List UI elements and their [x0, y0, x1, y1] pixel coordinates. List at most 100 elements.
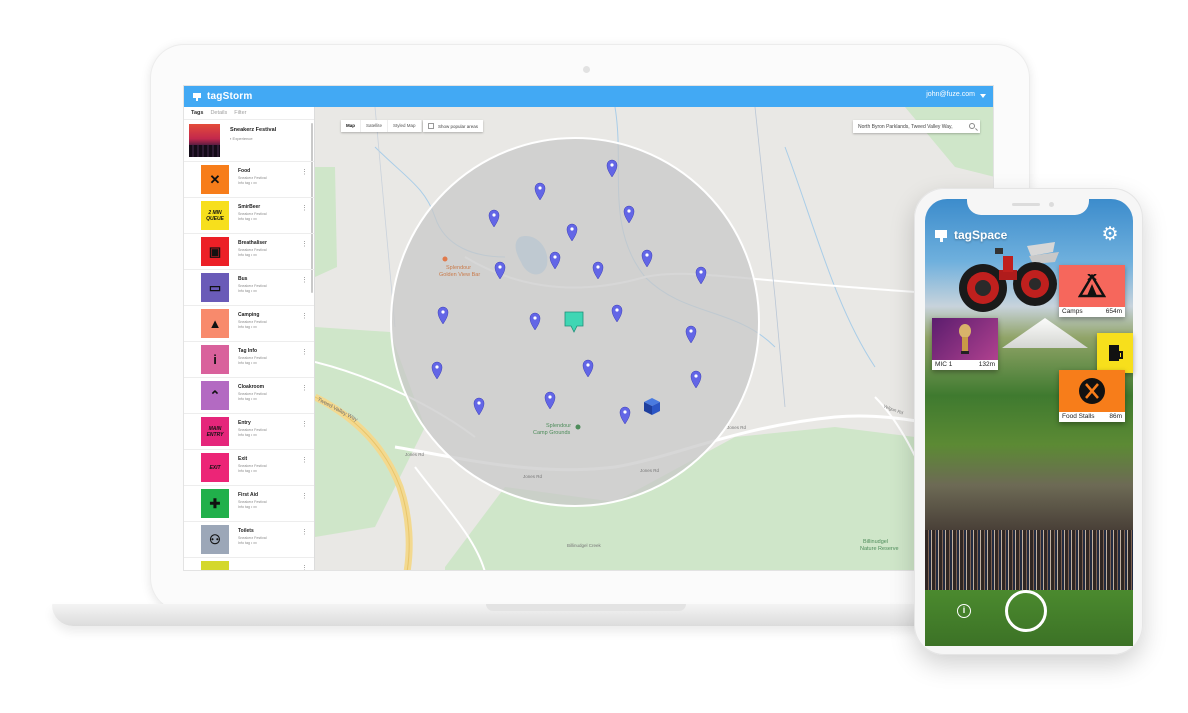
- tag-list-item[interactable]: TAG_Portfield ⋮: [184, 558, 314, 570]
- app-brand[interactable]: tagStorm: [207, 91, 253, 102]
- map-type-control: Map Satellite Styled Map: [341, 120, 422, 132]
- app-header: tagStorm john@fuze.com: [184, 86, 993, 107]
- map-label: Jones Rd: [640, 468, 660, 473]
- ar-card-partial[interactable]: [1097, 333, 1133, 373]
- tab-tags[interactable]: Tags: [191, 110, 203, 116]
- tag-list-item[interactable]: EXIT Exit Sneakerz Festival Info tag • xx ⋮: [184, 450, 314, 486]
- tag-meta: Info tag • xx: [238, 361, 257, 365]
- hanger-icon: ⌃: [201, 381, 229, 410]
- tag-list-item[interactable]: i Tag Info Sneakerz Festival Info tag • xx ⋮: [184, 342, 314, 378]
- tag-event: Sneakerz Festival: [238, 356, 267, 360]
- tab-filter[interactable]: Filter: [234, 110, 246, 116]
- map-label: Splendour: [546, 423, 572, 429]
- map-type-map[interactable]: Map: [341, 120, 361, 132]
- tag-meta: Info tag • xx: [238, 505, 257, 509]
- more-options-icon[interactable]: ⋮: [301, 529, 308, 536]
- smirbeer-logo: 2 MIN QUEUE: [201, 201, 229, 230]
- popular-areas-toggle[interactable]: Show popular areas: [423, 120, 484, 132]
- tag-logo-icon: [935, 230, 947, 242]
- ar-card-food-stalls[interactable]: Food Stalls 86m: [1059, 370, 1125, 422]
- search-icon[interactable]: [969, 123, 975, 129]
- map-green-area: [905, 107, 993, 177]
- map-type-satellite[interactable]: Satellite: [361, 120, 389, 132]
- more-options-icon[interactable]: ⋮: [301, 169, 308, 176]
- tag-event: Sneakerz Festival: [238, 320, 267, 324]
- tag-glyph: ▣: [208, 243, 222, 259]
- tag-list-item[interactable]: ⚇ Toilets Sneakerz Festival Info tag • xx ⋮: [184, 522, 314, 558]
- tag-meta: Info tag • xx: [238, 541, 257, 545]
- tag-meta: Info tag • xx: [238, 253, 257, 257]
- beer-icon: [1097, 333, 1133, 373]
- tag-meta: Info tag • xx: [238, 289, 257, 293]
- tag-list-item[interactable]: ✕ Food Sneakerz Festival Info tag • xx ⋮: [184, 162, 314, 198]
- gear-icon[interactable]: ⚙: [1101, 225, 1119, 244]
- map-label: Splendour: [446, 265, 472, 271]
- map-label: Golden View Bar: [439, 272, 481, 278]
- tag-text: Bus Sneakerz Festival Info tag • xx: [238, 276, 267, 293]
- more-options-icon[interactable]: ⋮: [301, 241, 308, 248]
- map-view[interactable]: Map Satellite Styled Map Show popular ar…: [315, 107, 994, 571]
- tag-glyph: ✚: [209, 495, 221, 511]
- tag-text: Toilets Sneakerz Festival Info tag • xx: [238, 528, 267, 545]
- map-label: Camp Grounds: [533, 430, 571, 436]
- map-search-input[interactable]: North Byron Parklands, Tweed Valley Way,: [858, 124, 953, 130]
- tag-event: Sneakerz Festival: [238, 212, 267, 216]
- more-options-icon[interactable]: ⋮: [301, 277, 308, 284]
- tag-list-item[interactable]: ▲ Camping Sneakerz Festival Info tag • xx ⋮: [184, 306, 314, 342]
- tag-list-item[interactable]: ▣ Breathaliser Sneakerz Festival Info tag •…: [184, 234, 314, 270]
- more-options-icon[interactable]: ⋮: [301, 565, 308, 570]
- tag-meta: Info tag • xx: [238, 325, 257, 329]
- event-subtitle: ▪ Experience: [230, 136, 253, 141]
- map-type-styled[interactable]: Styled Map: [388, 120, 422, 132]
- map-green-area: [315, 167, 337, 277]
- tag-list-item[interactable]: MAIN ENTRY Entry Sneakerz Festival Info tag…: [184, 414, 314, 450]
- tag-glyph: ✕: [209, 171, 221, 187]
- more-options-icon[interactable]: ⋮: [301, 313, 308, 320]
- tag-glyph: i: [213, 352, 217, 367]
- more-options-icon[interactable]: ⋮: [301, 349, 308, 356]
- user-email[interactable]: john@fuze.com: [926, 91, 975, 98]
- map-label: Nature Reserve: [860, 546, 899, 552]
- tag-text: Cloakroom Sneakerz Festival Info tag • xx: [238, 384, 267, 401]
- more-options-icon[interactable]: ⋮: [301, 205, 308, 212]
- tag-list-item[interactable]: ⌃ Cloakroom Sneakerz Festival Info tag • xx…: [184, 378, 314, 414]
- event-item[interactable]: Sneakerz Festival ▪ Experience: [184, 120, 314, 162]
- tag-text: Tag Info Sneakerz Festival Info tag • xx: [238, 348, 267, 365]
- map-search-box[interactable]: North Byron Parklands, Tweed Valley Way,: [853, 120, 980, 133]
- ar-card-distance: 132m: [978, 361, 995, 368]
- exit-sign: EXIT: [201, 453, 229, 482]
- tag-meta: Info tag • xx: [238, 181, 257, 185]
- tag-name: Breathaliser: [238, 240, 267, 246]
- tag-name: First Aid: [238, 492, 259, 498]
- more-options-icon[interactable]: ⋮: [301, 493, 308, 500]
- food-icon: ✕: [201, 165, 229, 194]
- tag-glyph: ▲: [208, 316, 222, 331]
- chevron-down-icon[interactable]: [980, 94, 986, 98]
- tag-list-item[interactable]: ▭ Bus Sneakerz Festival Info tag • xx ⋮: [184, 270, 314, 306]
- map-label: Jones Rd: [727, 425, 747, 430]
- tags-sidebar: Tags Details Filter Sneakerz Festival ▪ …: [184, 107, 315, 570]
- generic-tag-icon: [201, 561, 229, 570]
- ar-card-mic1[interactable]: MIC 1 132m: [932, 318, 998, 370]
- capture-button[interactable]: [1005, 590, 1047, 632]
- info-icon[interactable]: i: [957, 604, 971, 618]
- tag-list-item[interactable]: 2 MIN QUEUE SmirBeer Sneakerz Festival Info…: [184, 198, 314, 234]
- tag-list-item[interactable]: ✚ First Aid Sneakerz Festival Info tag • xx…: [184, 486, 314, 522]
- map-canvas[interactable]: [315, 107, 994, 571]
- tag-event: Sneakerz Festival: [238, 536, 267, 540]
- ar-card-camps[interactable]: Camps 654m: [1059, 265, 1125, 317]
- ar-robot-model: [959, 242, 1059, 312]
- tag-event: Sneakerz Festival: [238, 248, 267, 252]
- popular-areas-checkbox[interactable]: [428, 123, 434, 129]
- laptop-screen: tagStorm john@fuze.com Tags Details Filt…: [183, 85, 994, 571]
- tag-text: Breathaliser Sneakerz Festival Info tag • …: [238, 240, 267, 257]
- event-thumbnail: [189, 124, 220, 157]
- more-options-icon[interactable]: ⋮: [301, 385, 308, 392]
- phone-notch: [967, 197, 1089, 215]
- tag-glyph: ⌃: [209, 387, 221, 403]
- tab-details[interactable]: Details: [210, 110, 227, 116]
- tag-meta: Info tag • xx: [238, 217, 257, 221]
- more-options-icon[interactable]: ⋮: [301, 457, 308, 464]
- more-options-icon[interactable]: ⋮: [301, 421, 308, 428]
- tag-event: Sneakerz Festival: [238, 500, 267, 504]
